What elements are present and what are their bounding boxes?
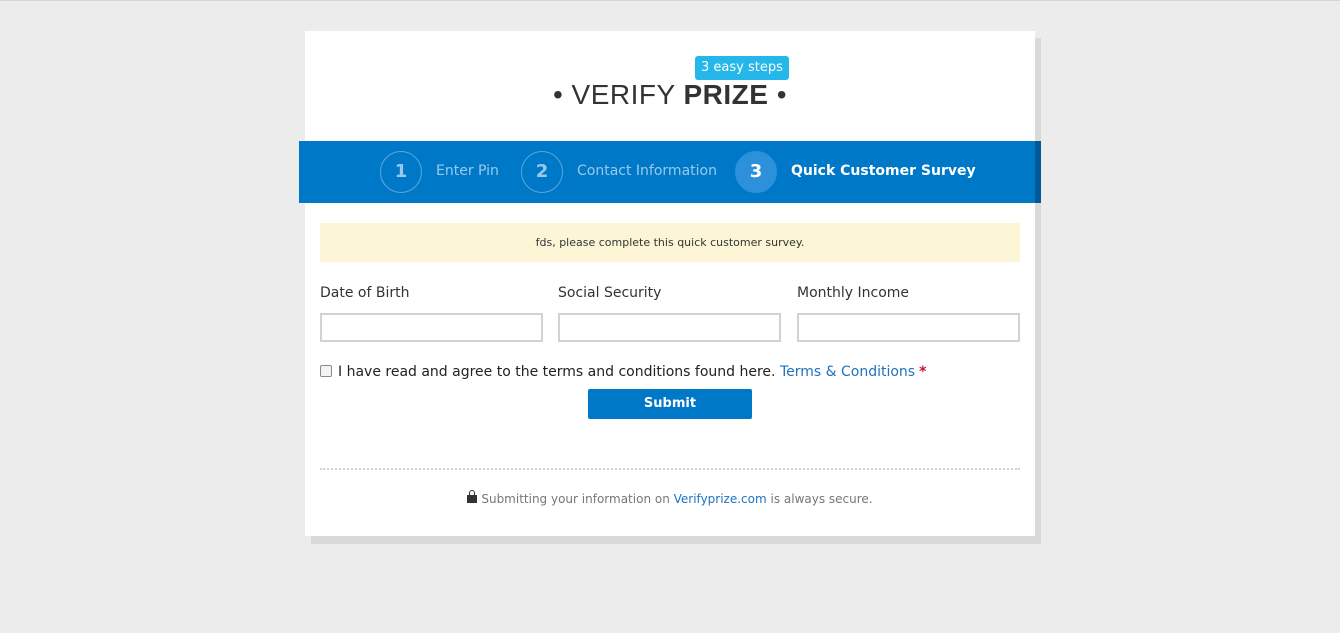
site-link[interactable]: Verifyprize.com xyxy=(674,492,767,506)
steps-badge: 3 easy steps xyxy=(695,56,789,80)
terms-checkbox[interactable] xyxy=(320,365,332,377)
terms-row: I have read and agree to the terms and c… xyxy=(320,364,926,384)
lock-icon xyxy=(467,490,478,503)
submit-button[interactable]: Submit xyxy=(588,389,752,419)
survey-notice: fds, please complete this quick customer… xyxy=(320,223,1020,262)
steps-bar: 1 Enter Pin 2 Contact Information 3 Quic… xyxy=(299,141,1041,203)
ssn-input[interactable] xyxy=(558,313,781,342)
dob-label: Date of Birth xyxy=(320,285,410,301)
title-suffix: • xyxy=(768,79,788,110)
step-number: 3 xyxy=(735,151,777,193)
step-enter-pin: 1 Enter Pin xyxy=(380,151,510,193)
income-input[interactable] xyxy=(797,313,1020,342)
ssn-label: Social Security xyxy=(558,285,662,301)
divider xyxy=(320,468,1020,470)
footer-text-after: is always secure. xyxy=(766,492,873,506)
title-bold: PRIZE xyxy=(683,79,769,110)
header: 3 easy steps • VERIFY PRIZE • xyxy=(305,31,1035,141)
footer-text-before: Submitting your information on xyxy=(481,492,674,506)
verify-card: 3 easy steps • VERIFY PRIZE • xyxy=(305,31,1035,536)
income-label: Monthly Income xyxy=(797,285,910,301)
dob-input[interactable] xyxy=(320,313,543,342)
step-number: 2 xyxy=(521,151,563,193)
title-prefix: • VERIFY xyxy=(552,79,684,110)
page-title: • VERIFY PRIZE • xyxy=(305,79,1035,111)
terms-link[interactable]: Terms & Conditions xyxy=(780,364,915,380)
step-quick-customer-survey: 3 Quick Customer Survey xyxy=(735,151,976,193)
steps-bar-edge xyxy=(1035,141,1041,203)
terms-text: I have read and agree to the terms and c… xyxy=(338,364,776,380)
step-label: Enter Pin xyxy=(436,163,499,179)
footer: Submitting your information on Verifypri… xyxy=(320,490,1020,506)
step-label: Contact Information xyxy=(577,163,717,179)
step-number: 1 xyxy=(380,151,422,193)
step-label: Quick Customer Survey xyxy=(791,163,976,179)
step-contact-information: 2 Contact Information xyxy=(521,151,731,193)
required-mark: * xyxy=(919,364,927,380)
